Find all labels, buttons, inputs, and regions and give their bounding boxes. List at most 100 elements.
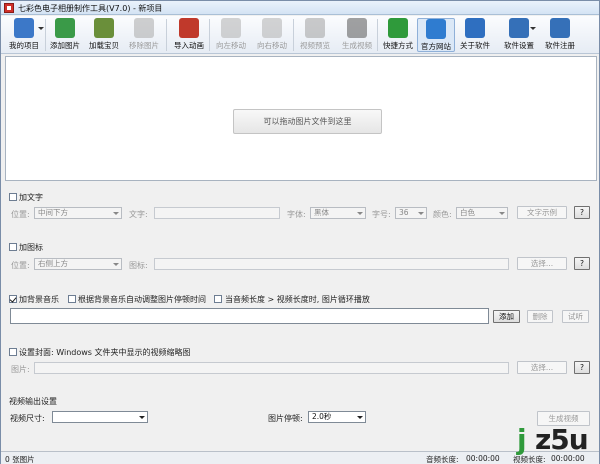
auto-adjust-checkbox[interactable] bbox=[68, 295, 76, 303]
drop-hint-button[interactable]: 可以拖动图片文件到这里 bbox=[233, 109, 382, 134]
toolbar-label: 软件注册 bbox=[545, 41, 575, 50]
image-count: 0 张图片 bbox=[5, 455, 35, 464]
register-button[interactable]: 软件注册 bbox=[540, 18, 580, 52]
icon-position-select[interactable]: 右侧上方 bbox=[34, 258, 122, 270]
output-heading: 视频输出设置 bbox=[9, 397, 57, 406]
generate-video-button[interactable]: 生成视频 bbox=[337, 18, 377, 52]
about-button[interactable]: 关于软件 bbox=[456, 18, 494, 52]
color-select[interactable]: 白色 bbox=[456, 207, 508, 219]
main-toolbar: 我的项目 添加图片 加载宝贝 移除图片 导入动画 向左移动 向右移动 视频预览 生成视频 快捷方式… bbox=[1, 16, 599, 54]
text-label: 文字: bbox=[129, 210, 148, 219]
toolbar-separator bbox=[45, 19, 46, 51]
toolbar-label: 软件设置 bbox=[504, 41, 534, 50]
video-size-label: 视频尺寸: bbox=[10, 414, 45, 423]
monitor-icon bbox=[550, 18, 570, 38]
title-bar: 七彩色电子相册制作工具(V7.0) - 新项目 bbox=[1, 1, 599, 15]
toolbar-label: 加载宝贝 bbox=[89, 41, 119, 50]
move-right-button[interactable]: 向右移动 bbox=[252, 18, 292, 52]
text-sample-button[interactable]: 文字示例 bbox=[517, 206, 567, 219]
text-position-label: 位置: bbox=[11, 210, 30, 219]
chevron-down-icon bbox=[113, 263, 119, 266]
remove-image-button[interactable]: 移除图片 bbox=[124, 18, 164, 52]
gear-icon bbox=[509, 18, 529, 38]
icon-position-label: 位置: bbox=[11, 261, 30, 270]
chevron-down-icon bbox=[418, 212, 424, 215]
cover-select-button[interactable]: 选择... bbox=[517, 361, 567, 374]
add-image-icon bbox=[55, 18, 75, 38]
load-baby-button[interactable]: 加载宝贝 bbox=[85, 18, 123, 52]
icon-label: 图标: bbox=[129, 261, 148, 270]
bg-music-checkbox[interactable] bbox=[9, 295, 17, 303]
chevron-down-icon bbox=[139, 416, 145, 419]
official-site-button[interactable]: 官方网站 bbox=[417, 18, 455, 52]
video-preview-button[interactable]: 视频预览 bbox=[296, 18, 334, 52]
size-label: 字号: bbox=[372, 210, 391, 219]
toolbar-label: 快捷方式 bbox=[383, 41, 413, 50]
cover-help-button[interactable]: ? bbox=[574, 361, 590, 374]
toolbar-separator bbox=[209, 19, 210, 51]
toolbar-separator bbox=[293, 19, 294, 51]
font-label: 字体: bbox=[287, 210, 306, 219]
size-select[interactable]: 36 bbox=[395, 207, 427, 219]
add-image-button[interactable]: 添加图片 bbox=[47, 18, 83, 52]
import-animation-button[interactable]: 导入动画 bbox=[169, 18, 209, 52]
toolbar-label: 视频预览 bbox=[300, 41, 330, 50]
delete-music-button[interactable]: 删除 bbox=[527, 310, 553, 323]
add-icon-label: 加图标 bbox=[19, 243, 43, 252]
text-input[interactable] bbox=[154, 207, 280, 219]
watermark-j: j bbox=[517, 423, 527, 456]
color-label: 颜色: bbox=[433, 210, 452, 219]
cover-path-input[interactable] bbox=[34, 362, 509, 374]
toolbar-label: 我的项目 bbox=[9, 41, 39, 50]
image-pause-select[interactable]: 2.0秒 bbox=[308, 411, 366, 423]
chevron-down-icon bbox=[357, 212, 363, 215]
magnifier-icon bbox=[305, 18, 325, 38]
ie-icon bbox=[426, 19, 446, 39]
chevron-down-icon bbox=[357, 416, 363, 419]
toolbar-label: 生成视频 bbox=[342, 41, 372, 50]
color-value: 白色 bbox=[460, 208, 475, 217]
icon-path-input[interactable] bbox=[154, 258, 509, 270]
app-icon bbox=[4, 3, 14, 13]
my-project-button[interactable]: 我的项目 bbox=[3, 18, 45, 52]
video-size-select[interactable] bbox=[52, 411, 148, 423]
status-bar: 0 张图片 音频长度: 00:00:00 视频长度: 00:00:00 bbox=[1, 451, 599, 464]
image-drop-area[interactable]: 可以拖动图片文件到这里 bbox=[5, 56, 597, 181]
chevron-down-icon bbox=[530, 27, 536, 30]
chevron-down-icon bbox=[499, 212, 505, 215]
arrow-right-icon bbox=[262, 18, 282, 38]
remove-image-icon bbox=[134, 18, 154, 38]
add-text-checkbox[interactable] bbox=[9, 193, 17, 201]
loop-checkbox[interactable] bbox=[214, 295, 222, 303]
shortcut-button[interactable]: 快捷方式 bbox=[380, 18, 416, 52]
add-icon-checkbox[interactable] bbox=[9, 243, 17, 251]
listen-music-button[interactable]: 试听 bbox=[562, 310, 589, 323]
text-position-value: 中间下方 bbox=[38, 208, 68, 217]
toolbar-label: 官方网站 bbox=[421, 42, 451, 51]
toolbar-label: 向右移动 bbox=[257, 41, 287, 50]
font-value: 黑体 bbox=[314, 208, 329, 217]
loop-label: 当音频长度 > 视频长度时, 图片循环播放 bbox=[225, 295, 370, 304]
cover-checkbox[interactable] bbox=[9, 348, 17, 356]
text-help-button[interactable]: ? bbox=[574, 206, 590, 219]
toolbar-label: 导入动画 bbox=[174, 41, 204, 50]
add-music-button[interactable]: 添加 bbox=[493, 310, 520, 323]
toolbar-label: 向左移动 bbox=[216, 41, 246, 50]
toolbar-separator bbox=[377, 19, 378, 51]
music-path-input[interactable] bbox=[10, 308, 489, 324]
settings-button[interactable]: 软件设置 bbox=[501, 18, 537, 52]
icon-help-button[interactable]: ? bbox=[574, 257, 590, 270]
toolbar-label: 关于软件 bbox=[460, 41, 490, 50]
move-left-button[interactable]: 向左移动 bbox=[212, 18, 250, 52]
image-pause-label: 图片停顿: bbox=[268, 414, 303, 423]
cover-image-label: 图片: bbox=[11, 365, 30, 374]
font-select[interactable]: 黑体 bbox=[310, 207, 366, 219]
chevron-down-icon bbox=[38, 27, 44, 30]
text-position-select[interactable]: 中间下方 bbox=[34, 207, 122, 219]
toolbar-label: 移除图片 bbox=[129, 41, 159, 50]
image-pause-value: 2.0秒 bbox=[312, 412, 332, 421]
cover-label: 设置封面: Windows 文件夹中显示的视频缩略图 bbox=[19, 348, 191, 357]
audio-length-value: 00:00:00 bbox=[466, 454, 500, 463]
icon-select-button[interactable]: 选择... bbox=[517, 257, 567, 270]
watermark-text: z5u bbox=[535, 423, 589, 456]
